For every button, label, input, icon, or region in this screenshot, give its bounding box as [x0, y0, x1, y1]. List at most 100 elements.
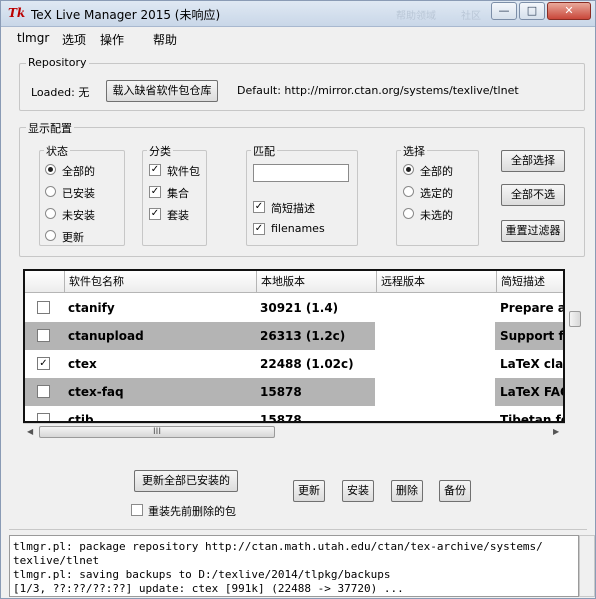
- window-title: TeX Live Manager 2015 (未响应): [31, 8, 221, 22]
- remote-version: [375, 294, 495, 322]
- package-name: ctib: [68, 413, 94, 423]
- package-table: 软件包名称 本地版本 远程版本 简短描述 ctanify 30921 (1.4)…: [23, 269, 565, 423]
- select-selected-radio[interactable]: [403, 186, 414, 197]
- category-group: 分类 ✓ 软件包 ✓ 集合 ✓ 套装: [142, 143, 207, 246]
- select-unselected-label: 未选的: [420, 209, 453, 222]
- match-description-checkbox[interactable]: ✓: [253, 201, 265, 213]
- column-header-description[interactable]: 简短描述: [497, 271, 563, 293]
- select-all-button[interactable]: 全部选择: [501, 150, 565, 172]
- repository-legend: Repository: [26, 56, 89, 69]
- table-row[interactable]: ✓ ctex 22488 (1.02c) LaTeX class: [25, 350, 563, 378]
- local-version: 15878: [260, 385, 302, 399]
- status-all-radio[interactable]: [45, 164, 56, 175]
- row-checkbox[interactable]: [37, 413, 50, 421]
- default-repository-text: Default: http://mirror.ctan.org/systems/…: [237, 84, 519, 97]
- short-description: LaTeX FAQ: [500, 385, 565, 399]
- display-config-group: 显示配置 状态 全部的 已安装 未安装 更新 分类 ✓ 软件包 ✓ 集合 ✓ 套…: [19, 120, 585, 257]
- status-group: 状态 全部的 已安装 未安装 更新: [39, 143, 125, 246]
- log-line: tlmgr.pl: package repository http://ctan…: [13, 540, 543, 553]
- select-unselected-radio[interactable]: [403, 208, 414, 219]
- menu-tlmgr[interactable]: tlmgr: [17, 31, 49, 45]
- category-schemes-checkbox[interactable]: ✓: [149, 208, 161, 220]
- select-all-radio[interactable]: [403, 164, 414, 175]
- table-row[interactable]: ctanupload 26313 (1.2c) Support for: [25, 322, 563, 350]
- tk-app-icon: Tk: [8, 6, 26, 20]
- category-packages-checkbox[interactable]: ✓: [149, 164, 161, 176]
- local-version: 26313 (1.2c): [260, 329, 346, 343]
- maximize-button[interactable]: □: [519, 2, 545, 20]
- column-header-select[interactable]: [25, 271, 65, 293]
- scroll-right-arrow-icon[interactable]: ▶: [553, 427, 559, 436]
- backup-button[interactable]: 备份: [439, 480, 471, 502]
- repository-group: Repository Loaded: 无 载入缺省软件包仓库 Default: …: [19, 56, 585, 111]
- close-button[interactable]: ✕: [547, 2, 591, 20]
- table-vertical-scrollbar[interactable]: [567, 271, 583, 421]
- display-config-legend: 显示配置: [26, 120, 74, 136]
- install-button[interactable]: 安装: [342, 480, 374, 502]
- reset-filters-button[interactable]: 重置过滤器: [501, 220, 565, 242]
- short-description: LaTeX class: [500, 357, 564, 371]
- title-bar[interactable]: Tk TeX Live Manager 2015 (未响应) 帮助领域 社区 —…: [1, 1, 595, 27]
- row-checkbox[interactable]: [37, 329, 50, 342]
- vertical-scroll-thumb[interactable]: [569, 311, 581, 327]
- match-legend: 匹配: [251, 143, 277, 159]
- status-installed-radio[interactable]: [45, 186, 56, 197]
- reinstall-removed-label: 重装先前删除的包: [148, 505, 236, 518]
- match-description-label: 简短描述: [271, 202, 315, 215]
- match-filenames-checkbox[interactable]: ✓: [253, 223, 265, 235]
- ghost-caption: 帮助领域: [396, 11, 436, 22]
- short-description: Tibetan for: [500, 413, 563, 423]
- menu-help[interactable]: 帮助: [153, 31, 177, 48]
- remote-version: [375, 350, 495, 378]
- short-description: Support for: [500, 329, 564, 343]
- menu-bar: tlmgr 选项 操作 帮助: [2, 28, 594, 48]
- category-packages-label: 软件包: [167, 165, 200, 178]
- match-search-input[interactable]: [253, 164, 349, 182]
- status-legend: 状态: [44, 143, 70, 159]
- select-legend: 选择: [401, 143, 427, 159]
- category-schemes-label: 套装: [167, 209, 189, 222]
- column-header-name[interactable]: 软件包名称: [65, 271, 257, 293]
- package-name: ctanify: [68, 301, 115, 315]
- column-header-remote-version[interactable]: 远程版本: [377, 271, 497, 293]
- table-row[interactable]: ctib 15878 Tibetan for: [25, 406, 563, 423]
- package-name: ctanupload: [68, 329, 144, 343]
- reinstall-removed-checkbox[interactable]: [131, 504, 143, 516]
- category-collections-label: 集合: [167, 187, 189, 200]
- log-output[interactable]: tlmgr.pl: package repository http://ctan…: [9, 535, 579, 597]
- row-checkbox[interactable]: ✓: [37, 357, 50, 370]
- deselect-all-button[interactable]: 全部不选: [501, 184, 565, 206]
- row-checkbox[interactable]: [37, 385, 50, 398]
- select-group: 选择 全部的 选定的 未选的: [396, 143, 479, 246]
- status-not-installed-label: 未安装: [62, 209, 95, 222]
- remote-version: [375, 378, 495, 406]
- local-version: 15878: [260, 413, 302, 423]
- table-horizontal-scrollbar[interactable]: ◀ III ▶: [23, 423, 565, 439]
- log-vertical-scrollbar[interactable]: [579, 535, 595, 597]
- horizontal-scroll-thumb[interactable]: III: [39, 426, 275, 438]
- remove-button[interactable]: 删除: [391, 480, 423, 502]
- log-line: [1/3, ??:??/??:??] update: ctex [991k] (…: [13, 582, 404, 595]
- scroll-left-arrow-icon[interactable]: ◀: [27, 427, 33, 436]
- divider: [9, 529, 587, 533]
- log-line: texlive/tlnet: [13, 554, 100, 567]
- table-row[interactable]: ctanify 30921 (1.4) Prepare a p: [25, 294, 563, 322]
- category-collections-checkbox[interactable]: ✓: [149, 186, 161, 198]
- status-not-installed-radio[interactable]: [45, 208, 56, 219]
- update-button[interactable]: 更新: [293, 480, 325, 502]
- status-updates-radio[interactable]: [45, 230, 56, 241]
- match-group: 匹配 ✓ 简短描述 ✓ filenames: [246, 143, 358, 246]
- menu-actions[interactable]: 操作: [100, 31, 124, 48]
- row-checkbox[interactable]: [37, 301, 50, 314]
- ghost-caption: 社区: [461, 11, 481, 22]
- column-header-local-version[interactable]: 本地版本: [257, 271, 377, 293]
- load-default-repository-button[interactable]: 载入缺省软件包仓库: [106, 80, 218, 102]
- table-row[interactable]: ctex-faq 15878 LaTeX FAQ: [25, 378, 563, 406]
- local-version: 22488 (1.02c): [260, 357, 354, 371]
- status-installed-label: 已安装: [62, 187, 95, 200]
- menu-options[interactable]: 选项: [62, 31, 86, 48]
- update-all-installed-button[interactable]: 更新全部已安装的: [134, 470, 238, 492]
- package-name: ctex-faq: [68, 385, 124, 399]
- status-updates-label: 更新: [62, 231, 84, 244]
- minimize-button[interactable]: —: [491, 2, 517, 20]
